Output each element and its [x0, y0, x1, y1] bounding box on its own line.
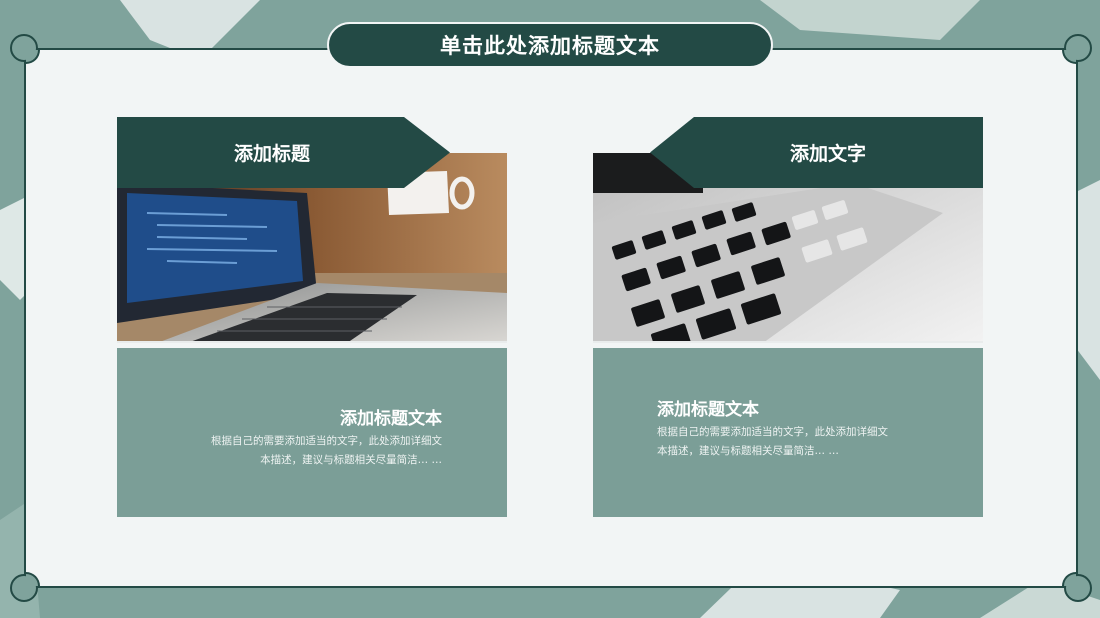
card-right-description: 根据自己的需要添加适当的文字，此处添加详细文 本描述，建议与标题相关尽量简洁… … [657, 423, 917, 461]
card-left-desc-line2: 本描述，建议与标题相关尽量简洁… … [260, 454, 442, 466]
card-left-desc-line1: 根据自己的需要添加适当的文字，此处添加详细文 [211, 435, 442, 447]
card-right-desc-line1: 根据自己的需要添加适当的文字，此处添加详细文 [657, 426, 888, 438]
card-left-subtitle[interactable]: 添加标题文本 [340, 404, 442, 429]
card-left-description: 根据自己的需要添加适当的文字，此处添加详细文 本描述，建议与标题相关尽量简洁… … [182, 432, 442, 470]
card-right-desc-line2: 本描述，建议与标题相关尽量简洁… … [657, 445, 839, 457]
card-right-subtitle[interactable]: 添加标题文本 [657, 395, 759, 420]
card-right: 添加标题文本 根据自己的需要添加适当的文字，此处添加详细文 本描述，建议与标题相… [593, 117, 983, 517]
card-right-text-panel: 添加标题文本 根据自己的需要添加适当的文字，此处添加详细文 本描述，建议与标题相… [593, 348, 983, 517]
slide-title[interactable]: 单击此处添加标题文本 [327, 22, 773, 68]
card-left: 添加标题文本 根据自己的需要添加适当的文字，此处添加详细文 本描述，建议与标题相… [117, 117, 507, 517]
card-left-text-panel: 添加标题文本 根据自己的需要添加适当的文字，此处添加详细文 本描述，建议与标题相… [117, 348, 507, 517]
card-left-banner-label[interactable]: 添加标题 [117, 117, 427, 188]
card-right-banner-label[interactable]: 添加文字 [673, 117, 983, 188]
